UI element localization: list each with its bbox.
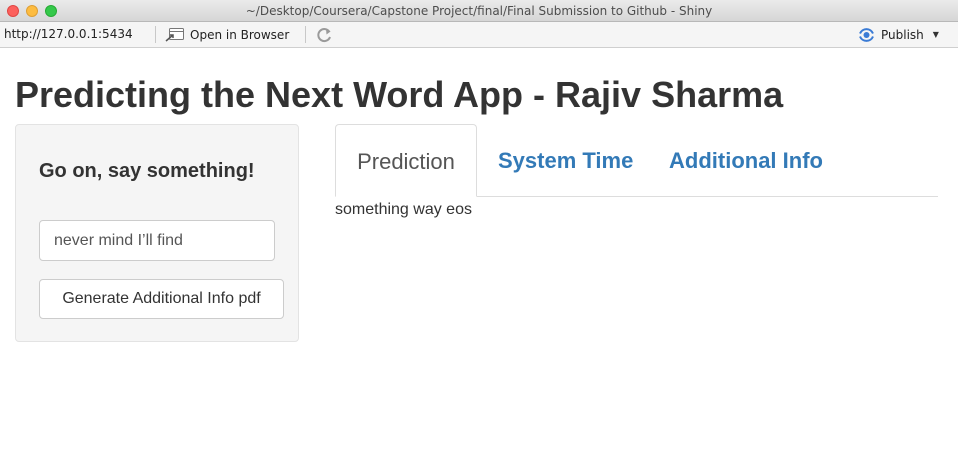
prediction-output: something way eos xyxy=(335,201,472,218)
toolbar-divider xyxy=(305,26,306,43)
dropdown-caret-icon[interactable]: ▼ xyxy=(933,30,939,39)
publish-label: Publish xyxy=(881,27,924,42)
publish-icon xyxy=(859,27,874,42)
url-text: http://127.0.0.1:5434 xyxy=(4,27,133,41)
refresh-button[interactable] xyxy=(315,26,333,47)
open-in-browser-button[interactable]: Open in Browser xyxy=(165,25,289,44)
sidebar-heading: Go on, say something! xyxy=(39,160,255,182)
window-title: ~/Desktop/Coursera/Capstone Project/fina… xyxy=(245,4,713,18)
window-titlebar: ~/Desktop/Coursera/Capstone Project/fina… xyxy=(0,0,958,22)
tab-prediction[interactable]: Prediction xyxy=(335,124,477,197)
publish-button[interactable]: Publish ▼ xyxy=(857,25,939,44)
generate-pdf-button[interactable]: Generate Additional Info pdf xyxy=(39,279,284,319)
sidebar-panel: Go on, say something! Generate Additiona… xyxy=(15,124,299,342)
tab-system-time[interactable]: System Time xyxy=(498,124,633,197)
toolbar-divider xyxy=(155,26,156,43)
viewer-toolbar: http://127.0.0.1:5434 Open in Browser Pu… xyxy=(0,22,958,48)
browser-window-icon xyxy=(165,28,184,42)
app-title: Predicting the Next Word App - Rajiv Sha… xyxy=(15,74,784,115)
refresh-icon xyxy=(317,28,331,43)
app-content: Predicting the Next Word App - Rajiv Sha… xyxy=(0,48,958,476)
phrase-input[interactable] xyxy=(39,220,275,261)
open-in-browser-label: Open in Browser xyxy=(190,27,290,42)
tab-additional-info[interactable]: Additional Info xyxy=(669,124,823,197)
